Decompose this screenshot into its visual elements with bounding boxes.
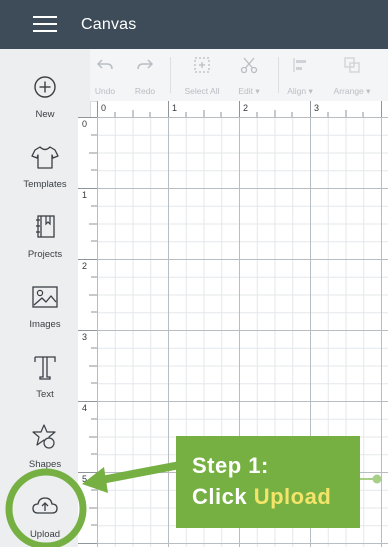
app-title: Canvas: [81, 16, 137, 33]
redo-button[interactable]: Redo: [130, 53, 160, 99]
ruler-top: 0 1 2 3: [97, 101, 388, 118]
undo-label: Undo: [94, 86, 116, 96]
sidebar-item-upload[interactable]: Upload: [0, 483, 90, 551]
redo-label: Redo: [134, 86, 156, 96]
ruler-top-label: 3: [314, 103, 320, 113]
align-label-text: Align: [287, 86, 307, 96]
toolbar-divider: [170, 57, 171, 93]
tshirt-icon: [31, 146, 59, 169]
sidebar-item-label: Projects: [27, 249, 63, 260]
text-t-icon: [34, 356, 56, 380]
ruler-top-label: 1: [172, 103, 178, 113]
step-callout: Step 1: Click Upload: [176, 436, 360, 528]
hamburger-menu-icon[interactable]: [33, 16, 57, 34]
book-icon: [36, 215, 55, 238]
arrange-label-text: Arrange: [333, 86, 364, 96]
shapes-icon: [32, 424, 56, 449]
sidebar-item-label: Templates: [23, 179, 67, 190]
ruler-top-label: 0: [101, 103, 107, 113]
undo-button[interactable]: Undo: [90, 53, 120, 99]
align-icon: [293, 58, 306, 72]
caret-down-icon: ▾: [366, 86, 371, 96]
sidebar-item-images[interactable]: Images: [0, 273, 90, 341]
sidebar-item-projects[interactable]: Projects: [0, 203, 90, 271]
caret-down-icon: ▾: [255, 86, 260, 96]
callout-action-target: Upload: [253, 484, 332, 509]
toolbar: Undo Redo Select All Edit ▾ Align ▾ Arra…: [90, 49, 388, 102]
align-label: Align ▾: [282, 86, 318, 97]
sidebar-item-templates[interactable]: Templates: [0, 133, 90, 201]
sidebar-item-label: Images: [29, 319, 61, 330]
edit-button[interactable]: Edit ▾: [230, 53, 268, 99]
edit-label: Edit ▾: [230, 86, 268, 97]
toolbar-divider: [278, 57, 279, 93]
ruler-left-label: 0: [82, 119, 88, 129]
sidebar-item-label: New: [35, 109, 55, 120]
sidebar-item-text[interactable]: Text: [0, 343, 90, 411]
top-bar: Canvas: [0, 0, 388, 49]
callout-action-line: Click Upload: [192, 481, 360, 512]
plus-circle-icon: [34, 76, 56, 98]
align-button[interactable]: Align ▾: [282, 53, 318, 99]
select-all-icon: [194, 57, 210, 73]
undo-icon: [96, 59, 113, 70]
redo-icon: [137, 59, 154, 70]
caret-down-icon: ▾: [308, 86, 313, 96]
image-icon: [32, 286, 58, 308]
callout-step-line: Step 1:: [192, 453, 269, 478]
arrange-icon: [344, 57, 360, 73]
arrange-label: Arrange ▾: [324, 86, 380, 97]
edit-label-text: Edit: [238, 86, 253, 96]
sidebar-item-label: Shapes: [28, 459, 62, 470]
ruler-left-label: 1: [82, 190, 88, 200]
ruler-left-ticks: [78, 117, 97, 544]
ruler-top-label: 2: [243, 103, 249, 113]
scissors-icon: [240, 57, 258, 74]
ruler-left-label: 2: [82, 261, 88, 271]
cloud-upload-icon: [32, 497, 58, 514]
select-all-label: Select All: [184, 86, 220, 96]
callout-action-verb: Click: [192, 484, 248, 509]
ruler-left-label: 4: [82, 403, 88, 413]
sidebar-item-label: Text: [36, 389, 54, 400]
select-all-button[interactable]: Select All: [179, 53, 225, 99]
arrange-button[interactable]: Arrange ▾: [324, 53, 380, 99]
ruler-left: 0 1 2 3 4 5: [78, 117, 98, 547]
ruler-left-label: 5: [82, 474, 88, 484]
sidebar-item-label: Upload: [29, 529, 61, 540]
sidebar-item-new[interactable]: New: [0, 63, 90, 131]
sidebar-item-shapes[interactable]: Shapes: [0, 413, 90, 481]
ruler-left-label: 3: [82, 332, 88, 342]
